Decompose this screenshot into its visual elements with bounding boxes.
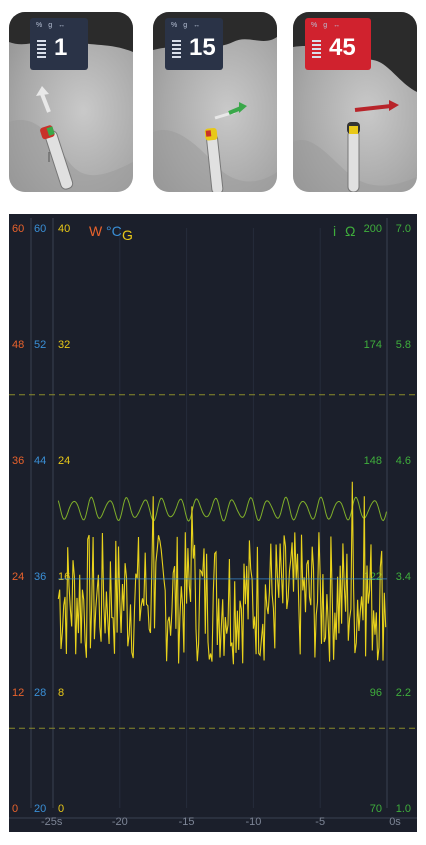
tick-label-W: 48 xyxy=(12,339,24,351)
tick-label-W: 60 xyxy=(12,223,24,235)
tick-label-G: 24 xyxy=(58,455,70,467)
tick-label-G: 40 xyxy=(58,223,70,235)
tick-label-degC: 28 xyxy=(34,687,46,699)
tick-label-W: 0 xyxy=(12,803,18,815)
tick-label-ohm: 96 xyxy=(370,687,382,699)
tick-label-G: 8 xyxy=(58,687,64,699)
trend-chart-svg: 60 60 40 200 7.048 52 32 174 5.836 44 24 148 4.624 36… xyxy=(9,218,417,828)
legend-degC: °C xyxy=(106,223,122,239)
legend-G: G xyxy=(122,227,133,243)
tick-label-current: 7.0 xyxy=(396,223,411,235)
tick-label-ohm: 148 xyxy=(364,455,382,467)
force-direction-arrow-icon xyxy=(36,86,51,113)
tick-label-G: 0 xyxy=(58,803,64,815)
impedance-series-line xyxy=(57,496,387,522)
tick-label-degC: 44 xyxy=(34,455,46,467)
tick-label-ohm: 70 xyxy=(370,803,382,815)
x-tick-label: -25s xyxy=(41,816,63,828)
x-tick-label: -5 xyxy=(315,816,325,828)
tick-label-current: 5.8 xyxy=(396,339,411,351)
legend-current: i xyxy=(333,223,336,239)
force-direction-arrow-icon xyxy=(354,100,399,112)
tick-label-degC: 52 xyxy=(34,339,46,351)
legend-W: W xyxy=(89,223,103,239)
tick-label-current: 2.2 xyxy=(396,687,411,699)
contact-force-panel-2: %g↔ 15 xyxy=(153,12,277,192)
tick-label-G: 32 xyxy=(58,339,70,351)
tick-label-W: 12 xyxy=(12,687,24,699)
x-tick-label: -10 xyxy=(245,816,261,828)
tick-label-degC: 60 xyxy=(34,223,46,235)
force-direction-arrow-icon xyxy=(214,102,247,120)
tick-label-W: 36 xyxy=(12,455,24,467)
tick-label-degC: 20 xyxy=(34,803,46,815)
x-tick-label: 0s xyxy=(389,816,401,828)
tick-label-current: 4.6 xyxy=(396,455,411,467)
ablation-trend-chart: 60 60 40 200 7.0 48 52 32 174 5.8 36 44 24 148 4.6 24 36… xyxy=(9,214,417,832)
tick-label-current: 3.4 xyxy=(396,571,411,583)
x-tick-label: -15 xyxy=(179,816,195,828)
force-series-line xyxy=(57,481,387,665)
tick-label-degC: 36 xyxy=(34,571,46,583)
tick-label-ohm: 174 xyxy=(364,339,382,351)
tick-label-current: 1.0 xyxy=(396,803,411,815)
contact-force-panel-1: %g↔ 1 xyxy=(9,12,133,192)
tick-label-W: 24 xyxy=(12,571,24,583)
x-tick-label: -20 xyxy=(112,816,128,828)
legend-ohm: Ω xyxy=(345,223,355,239)
tick-label-ohm: 200 xyxy=(364,223,382,235)
contact-force-panel-3: %g↔ 45 xyxy=(293,12,417,192)
